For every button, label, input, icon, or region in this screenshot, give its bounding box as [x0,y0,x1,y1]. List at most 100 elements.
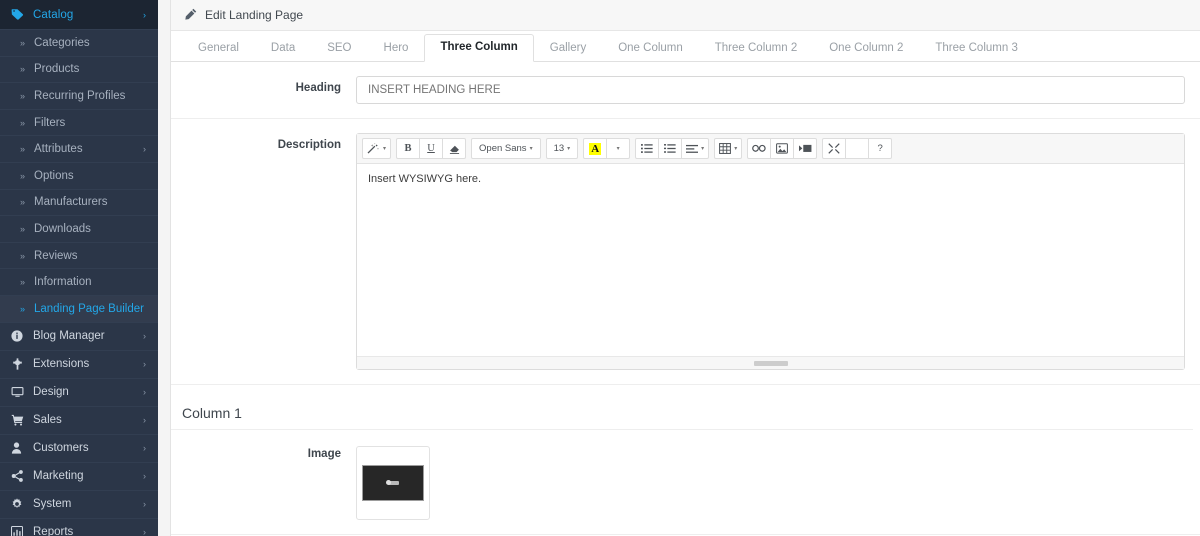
magic-style-icon[interactable]: ▾ [362,138,392,159]
sidebar-item-label: Design [33,386,69,399]
sidebar-item-blog-manager[interactable]: Blog Manager › [0,321,158,350]
bold-button[interactable]: B [396,138,421,159]
sidebar-item-categories[interactable]: » Categories [0,29,158,56]
code-view-button[interactable] [845,138,870,159]
chevron-down-icon: ▾ [567,146,571,152]
chevron-down-icon: ▾ [529,146,533,152]
paragraph-align-button[interactable]: ▾ [681,138,710,159]
user-icon [11,442,28,454]
sidebar-item-products[interactable]: » Products [0,55,158,83]
tab-three-column[interactable]: Three Column [424,33,534,62]
link-button[interactable] [747,138,772,159]
sidebar-item-information[interactable]: » Information [0,268,158,295]
font-family-select[interactable]: Open Sans ▾ [471,138,541,159]
image-placeholder-icon [362,465,424,501]
video-icon [798,144,812,153]
chevron-down-icon: ▾ [383,146,387,152]
sidebar-item-manufacturers[interactable]: » Manufacturers [0,188,158,216]
sidebar-item-design[interactable]: Design › [0,377,158,406]
toolbar-group-6: ▾ [714,138,743,159]
image-row: Image [171,430,1200,535]
sidebar-item-extensions[interactable]: Extensions › [0,349,158,378]
tab-bar: General Data SEO Hero Three Column Gallery One… [171,31,1200,62]
ordered-list-button[interactable] [658,138,683,159]
tab-data[interactable]: Data [255,35,311,63]
help-button[interactable]: ? [868,138,893,159]
cart-icon [11,414,28,426]
sidebar-item-label: Extensions [33,358,90,371]
sidebar-item-customers[interactable]: Customers › [0,433,158,462]
video-button[interactable] [793,138,818,159]
chevron-double-right-icon: » [20,117,26,128]
sidebar-item-label: Blog Manager [33,330,105,343]
editor-content-area[interactable]: Insert WYSIWYG here. [357,164,1184,356]
underline-button[interactable]: U [419,138,444,159]
tab-three-column-2[interactable]: Three Column 2 [699,35,813,63]
editor-resize-handle[interactable] [753,360,788,366]
sidebar-item-options[interactable]: » Options [0,161,158,189]
toolbar-group-3: 13 ▾ [545,138,579,159]
sidebar-group-catalog[interactable]: Catalog › [0,0,158,29]
chevron-down-icon: ▾ [701,146,705,152]
fullscreen-button[interactable] [822,138,847,159]
sidebar-item-landing-page-builder[interactable]: » Landing Page Builder [0,294,158,322]
tab-hero[interactable]: Hero [368,35,425,63]
chevron-right-icon: › [143,331,146,342]
sidebar-item-recurring-profiles[interactable]: » Recurring Profiles [0,82,158,109]
picture-button[interactable] [770,138,795,159]
monitor-icon [11,386,28,398]
image-thumbnail-button[interactable] [356,446,430,520]
toolbar-group-0: ▾ [362,138,392,159]
font-color-button[interactable]: A [583,138,608,159]
tab-seo[interactable]: SEO [311,35,367,63]
toolbar-group-1: BU [396,138,467,159]
sidebar-item-label: Reviews [34,249,78,262]
sidebar-item-attributes[interactable]: » Attributes › [0,135,158,162]
tab-one-column[interactable]: One Column [602,35,699,63]
sidebar-item-downloads[interactable]: » Downloads [0,215,158,242]
table-button[interactable]: ▾ [714,138,743,159]
gear-icon [11,498,28,510]
sidebar-item-label: Attributes [34,143,83,156]
sidebar-item-sales[interactable]: Sales › [0,405,158,434]
fullscreen-icon [828,143,840,154]
tab-gallery[interactable]: Gallery [534,35,602,63]
toolbar-button-label: U [427,143,435,154]
chevron-right-icon: › [143,471,146,482]
tab-one-column-2[interactable]: One Column 2 [813,35,919,63]
sidebar-item-label: Products [34,63,80,76]
tag-icon [11,9,27,20]
chevron-right-icon: › [143,144,146,155]
chevron-right-icon: › [143,387,146,398]
sidebar-item-system[interactable]: System › [0,489,158,518]
info-icon [11,330,28,342]
font-size-select[interactable]: 13 ▾ [545,138,579,159]
sidebar-item-filters[interactable]: » Filters [0,108,158,136]
editor-footer [357,356,1184,369]
description-row: Description ▾ B U Open Sans ▾ 13 ▾ A ▾ ▾ ▾? Insert… [171,119,1200,385]
heading-input[interactable] [356,76,1185,104]
chevron-right-icon: › [143,415,146,426]
editor-toolbar: ▾ B U Open Sans ▾ 13 ▾ A ▾ ▾ ▾? [357,134,1184,164]
share-icon [11,470,28,482]
description-label: Description [277,139,341,151]
chevron-double-right-icon: » [20,170,26,181]
chevron-double-right-icon: » [20,37,26,48]
sidebar-item-label: Marketing [33,470,84,483]
tab-general[interactable]: General [182,35,255,63]
unordered-list-button[interactable] [635,138,660,159]
sidebar-item-marketing[interactable]: Marketing › [0,461,158,490]
chevron-right-icon: › [143,499,146,510]
page-header: Edit Landing Page [171,0,1200,31]
tab-three-column-3[interactable]: Three Column 3 [919,35,1033,63]
sidebar-item-reviews[interactable]: » Reviews [0,241,158,269]
chevron-double-right-icon: » [20,277,26,288]
font-color-dropdown[interactable]: ▾ [606,138,631,159]
wysiwyg-editor: ▾ B U Open Sans ▾ 13 ▾ A ▾ ▾ ▾? Insert WYSIWYG her… [356,133,1185,370]
chevron-right-icon: › [143,359,146,370]
sidebar-item-reports[interactable]: Reports › [0,517,158,536]
chevron-double-right-icon: » [20,303,26,314]
chevron-right-icon: › [143,443,146,454]
toolbar-group-8: ? [822,138,893,159]
remove-format-button[interactable] [442,138,467,159]
